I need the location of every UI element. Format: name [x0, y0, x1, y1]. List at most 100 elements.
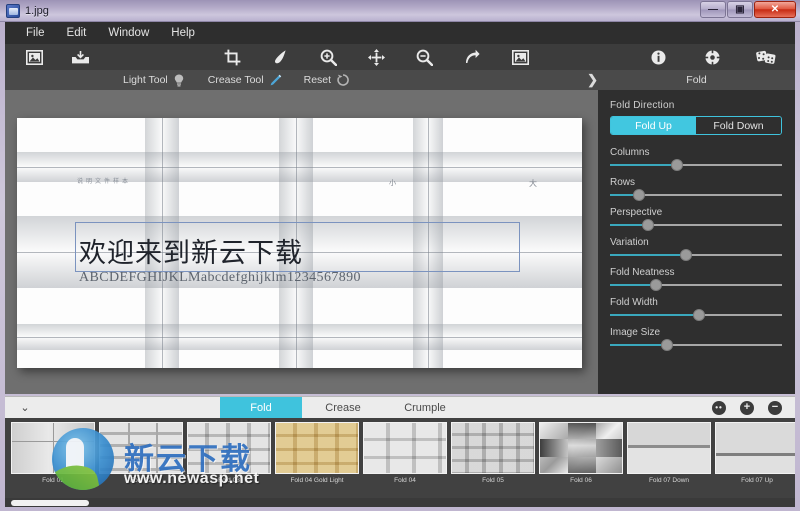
- thumbnail-image[interactable]: [539, 422, 623, 474]
- thumbnail-scrollbar[interactable]: [5, 498, 795, 507]
- window-controls: — ▣ ✕: [700, 1, 796, 18]
- slider-rows-track[interactable]: [610, 189, 782, 201]
- thumbnail-label: Fold 05: [482, 477, 504, 484]
- slider-columns-fill: [610, 164, 678, 166]
- list-item[interactable]: Fold 07 Down: [627, 422, 711, 485]
- thumbnail-label: Fold 02: [130, 477, 152, 484]
- thumbnail-image[interactable]: [187, 422, 271, 474]
- thumbnail-image[interactable]: [627, 422, 711, 474]
- slider-image-size-knob[interactable]: [660, 339, 673, 351]
- slider-perspective-track[interactable]: [610, 219, 782, 231]
- tab-fold[interactable]: Fold: [220, 396, 302, 419]
- open-image-icon[interactable]: [19, 45, 49, 69]
- slider-columns-track[interactable]: [610, 159, 782, 171]
- menu-file[interactable]: File: [15, 24, 56, 42]
- window-title: 1.jpg: [25, 4, 49, 17]
- info-icon[interactable]: [643, 45, 673, 69]
- crease-line-h1: [17, 167, 582, 168]
- thumbnail-image[interactable]: [363, 422, 447, 474]
- thumbnail-image[interactable]: [11, 422, 95, 474]
- thumbnail-scrollbar-thumb[interactable]: [11, 499, 89, 506]
- reset-label: Reset: [303, 74, 332, 86]
- crease-tool-button[interactable]: Crease Tool: [208, 74, 282, 87]
- add-preset-icon[interactable]: +: [740, 400, 754, 415]
- list-item[interactable]: Fold 06: [539, 422, 623, 485]
- thumbnail-image[interactable]: [451, 422, 535, 474]
- slider-fold-width-track[interactable]: [610, 309, 782, 321]
- list-item[interactable]: Fold 01: [11, 422, 95, 485]
- paper-image: 说明文件样本 小 大 欢迎来到新云下载 ABCDEFGHIJKLMabcdefg…: [17, 118, 582, 368]
- slider-image-size-track[interactable]: [610, 339, 782, 351]
- random-dice-icon[interactable]: [751, 45, 781, 69]
- remove-preset-icon[interactable]: −: [768, 400, 782, 415]
- menu-edit[interactable]: Edit: [56, 24, 98, 42]
- slider-perspective-knob[interactable]: [641, 219, 654, 231]
- preset-options-icon[interactable]: ••: [712, 400, 726, 415]
- thumbnail-image[interactable]: [99, 422, 183, 474]
- slider-columns-knob[interactable]: [671, 159, 684, 171]
- slider-fold-neatness-knob[interactable]: [650, 279, 663, 291]
- zoom-in-icon[interactable]: [313, 45, 343, 69]
- slider-variation-knob[interactable]: [679, 249, 692, 261]
- fit-image-icon[interactable]: [505, 45, 535, 69]
- list-item[interactable]: Fold 05: [451, 422, 535, 485]
- menu-help[interactable]: Help: [160, 24, 206, 42]
- list-item[interactable]: Fold 04: [363, 422, 447, 485]
- minimize-button[interactable]: —: [700, 1, 726, 18]
- slider-rows-knob[interactable]: [633, 189, 646, 201]
- slider-fold-width-fill: [610, 314, 700, 316]
- close-button[interactable]: ✕: [754, 1, 796, 18]
- brush-icon[interactable]: [265, 45, 295, 69]
- title-bar-left: 1.jpg: [0, 3, 49, 18]
- zoom-out-icon[interactable]: [409, 45, 439, 69]
- slider-columns-label: Columns: [610, 147, 650, 158]
- thumbnail-label: Fold 06: [570, 477, 592, 484]
- list-item[interactable]: Fold 04 Gold Light: [275, 422, 359, 485]
- save-image-icon[interactable]: [65, 45, 95, 69]
- collapse-presets-chevron[interactable]: ⌄: [5, 401, 45, 414]
- slider-variation-label: Variation: [610, 237, 649, 248]
- fold-direction-label: Fold Direction: [610, 100, 675, 111]
- paper-small-text-right: 大: [529, 179, 537, 188]
- crease-tool-label: Crease Tool: [207, 74, 264, 86]
- light-tool-button[interactable]: Light Tool: [123, 74, 186, 87]
- maximize-button[interactable]: ▣: [727, 1, 753, 18]
- list-item[interactable]: Fold 02: [99, 422, 183, 485]
- slider-fold-neatness-track[interactable]: [610, 279, 782, 291]
- list-item[interactable]: Fold 07 Up: [715, 422, 795, 485]
- tab-crumple[interactable]: Crumple: [384, 397, 466, 419]
- settings-icon[interactable]: [697, 45, 727, 69]
- slider-fold-width-knob[interactable]: [693, 309, 706, 321]
- thumbnail-image[interactable]: [715, 422, 795, 474]
- fold-up-button[interactable]: Fold Up: [611, 117, 696, 134]
- redo-icon[interactable]: [457, 45, 487, 69]
- reset-button[interactable]: Reset: [304, 74, 349, 87]
- slider-rows-label: Rows: [610, 177, 636, 188]
- image-canvas[interactable]: 说明文件样本 小 大 欢迎来到新云下载 ABCDEFGHIJKLMabcdefg…: [5, 90, 598, 394]
- crop-icon[interactable]: [217, 45, 247, 69]
- preset-tab-bar: ⌄ Fold Crease Crumple •• + −: [5, 396, 795, 419]
- paper-subtext: ABCDEFGHIJKLMabcdefghijklm1234567890: [79, 270, 361, 285]
- preset-thumbnail-strip[interactable]: Fold 01 Fold 02 Fold 03 Fold 04 Gold Lig…: [5, 418, 795, 498]
- slider-fold-neatness-label: Fold Neatness: [610, 267, 675, 278]
- expand-panel-chevron[interactable]: ❯: [587, 72, 598, 88]
- pencil-icon: [269, 74, 282, 87]
- paper-small-text-left: 说明文件样本: [77, 179, 132, 185]
- menu-window[interactable]: Window: [97, 24, 160, 42]
- toolbar-right-group: [643, 45, 781, 69]
- slider-rows: Rows: [610, 177, 783, 201]
- thumbnail-image[interactable]: [275, 422, 359, 474]
- slider-variation: Variation: [610, 237, 783, 261]
- thumbnail-label: Fold 07 Down: [648, 477, 690, 484]
- slider-image-size-label: Image Size: [610, 327, 661, 338]
- image-file-icon: [6, 3, 20, 18]
- fold-down-button[interactable]: Fold Down: [696, 117, 781, 134]
- paper-headline-text: 欢迎来到新云下载: [79, 238, 303, 269]
- lightbulb-icon: [173, 74, 186, 87]
- fold-direction-segmented-control[interactable]: Fold Up Fold Down: [610, 116, 782, 135]
- move-icon[interactable]: [361, 45, 391, 69]
- slider-fold-neatness: Fold Neatness: [610, 267, 783, 291]
- list-item[interactable]: Fold 03: [187, 422, 271, 485]
- slider-variation-track[interactable]: [610, 249, 782, 261]
- tab-crease[interactable]: Crease: [302, 397, 384, 419]
